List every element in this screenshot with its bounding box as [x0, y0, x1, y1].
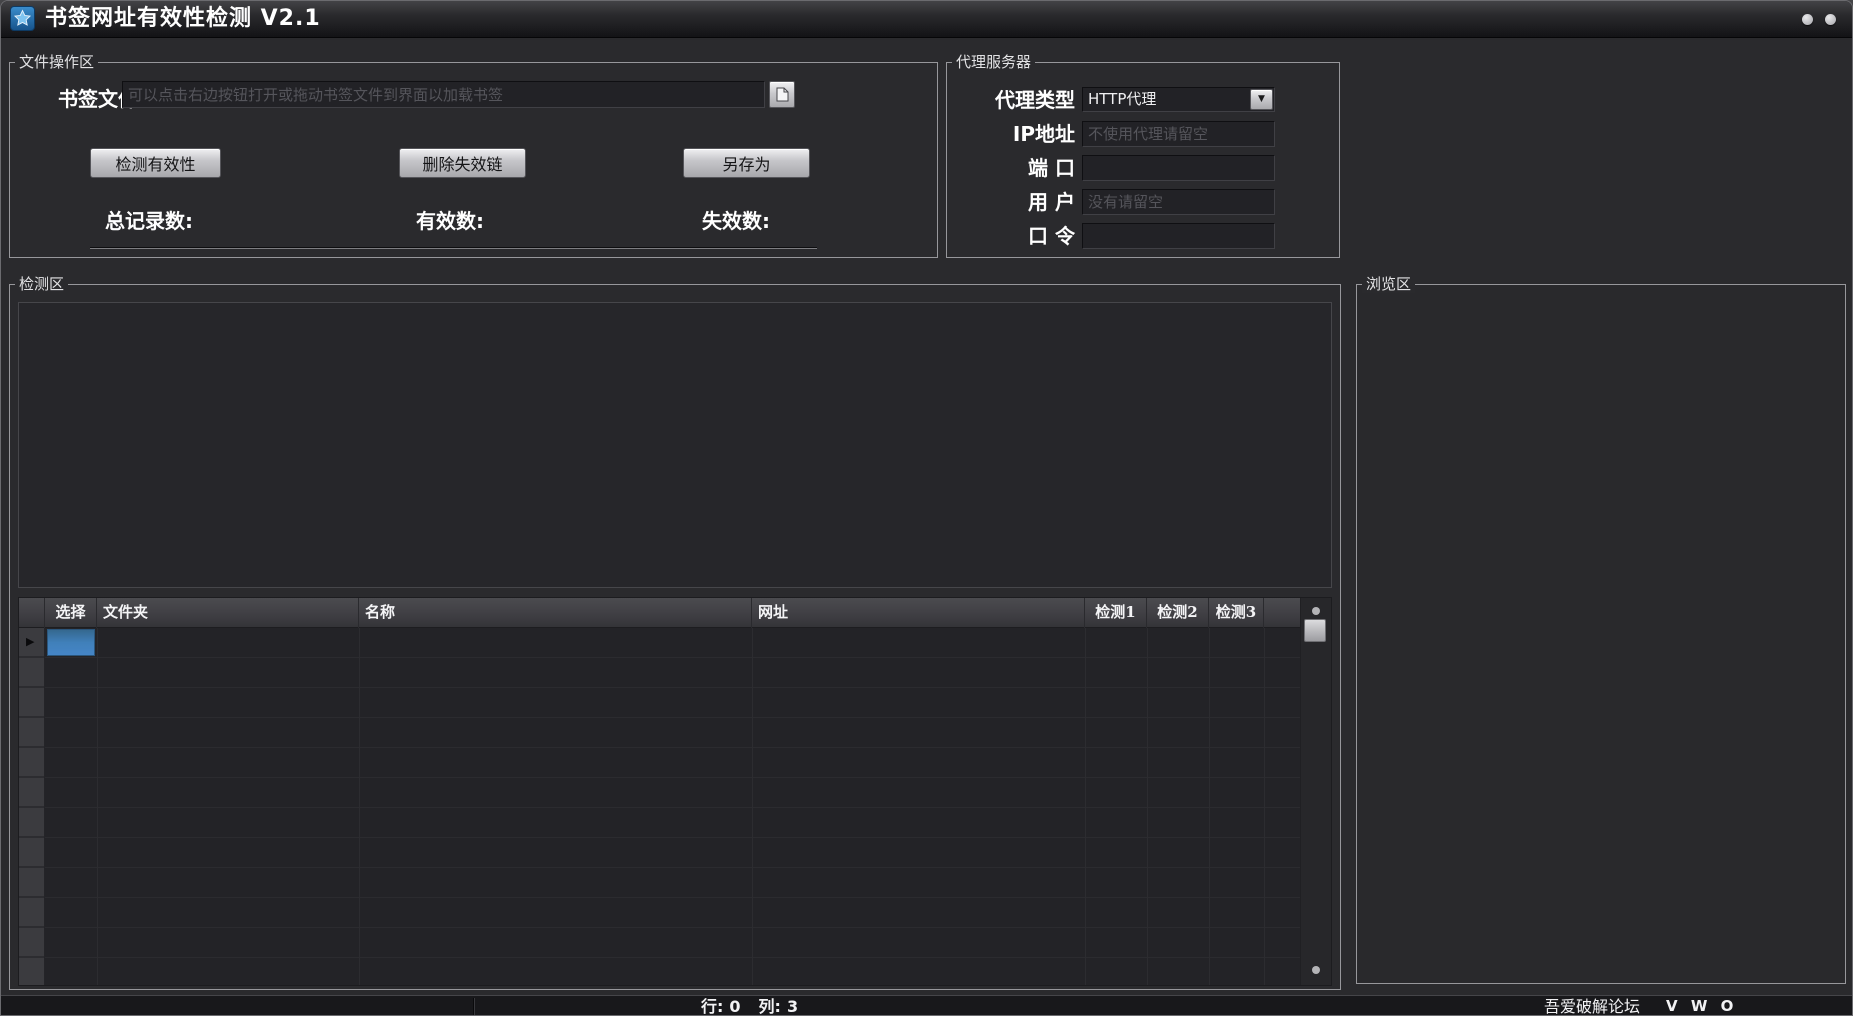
scroll-up-icon[interactable] — [1312, 607, 1320, 615]
table-body[interactable]: ▶ — [19, 628, 1301, 985]
table-grid[interactable] — [45, 628, 1301, 985]
progress-line — [90, 247, 817, 249]
column-header-folder[interactable]: 文件夹 — [97, 598, 359, 628]
column-header-filler — [1264, 598, 1301, 628]
status-bar-divider — [473, 998, 475, 1015]
cursor-position: 行: 0 列: 3 — [701, 996, 798, 1016]
row-header-column[interactable]: ▶ — [19, 628, 45, 985]
file-operations-group-label: 文件操作区 — [15, 53, 98, 71]
bookmark-table: 选择 文件夹 名称 网址 检测1 检测2 检测3 ▶ — [18, 597, 1332, 986]
table-scrollbar[interactable] — [1300, 598, 1331, 985]
ip-address-label: IP地址 — [947, 121, 1075, 147]
browse-file-button[interactable] — [769, 81, 795, 108]
column-header-url[interactable]: 网址 — [752, 598, 1085, 628]
window-controls — [1802, 14, 1836, 25]
status-col-value: 3 — [787, 996, 798, 1016]
scrollbar-thumb[interactable] — [1304, 619, 1326, 642]
app-icon — [10, 6, 35, 31]
grid-column-line — [97, 628, 98, 985]
close-button[interactable] — [1825, 14, 1836, 25]
valid-count-label: 有效数: — [416, 205, 484, 234]
window-title: 书签网址有效性检测 V2.1 — [45, 1, 321, 37]
port-input[interactable] — [1082, 155, 1275, 181]
browse-area-group-label: 浏览区 — [1362, 275, 1415, 293]
detection-log-panel — [18, 302, 1332, 588]
port-label: 端 口 — [947, 155, 1075, 181]
status-bar: 行: 0 列: 3 吾爱破解论坛 V W O — [1, 995, 1852, 1016]
grid-column-line — [359, 628, 360, 985]
table-header-row: 选择 文件夹 名称 网址 检测1 检测2 检测3 — [19, 598, 1301, 628]
username-label: 用 户 — [947, 189, 1075, 215]
grid-column-line — [1209, 628, 1210, 985]
file-operations-group: 文件操作区 书签文件 检测有效性 删除失效链 另存为 总记录数: 有效数: 失效… — [9, 62, 938, 258]
status-row-label: 行: — [701, 996, 723, 1016]
password-label: 口 令 — [947, 223, 1075, 249]
proxy-type-label: 代理类型 — [947, 87, 1075, 113]
minimize-button[interactable] — [1802, 14, 1813, 25]
grid-column-line — [1264, 628, 1265, 985]
title-bar[interactable]: 书签网址有效性检测 V2.1 — [1, 1, 1852, 38]
detection-area-group: 检测区 选择 文件夹 名称 网址 检测1 检测2 检测3 ▶ — [9, 284, 1341, 990]
scroll-down-icon[interactable] — [1312, 966, 1320, 974]
status-col-label: 列: — [759, 996, 781, 1016]
bookmark-file-input[interactable] — [122, 81, 765, 108]
app-window: 书签网址有效性检测 V2.1 文件操作区 书签文件 检测有效性 删除失效链 另存… — [0, 0, 1853, 1016]
selected-cell[interactable] — [47, 629, 95, 656]
invalid-count-label: 失效数: — [702, 205, 770, 234]
browse-area-group: 浏览区 — [1356, 284, 1846, 984]
chevron-down-icon: ▼ — [1258, 95, 1265, 104]
current-row-pointer-icon: ▶ — [26, 636, 34, 647]
proxy-type-dropdown-button[interactable]: ▼ — [1250, 89, 1273, 110]
row-header-corner — [19, 598, 45, 628]
grid-column-line — [1085, 628, 1086, 985]
column-header-check1[interactable]: 检测1 — [1085, 598, 1147, 628]
star-icon — [13, 9, 32, 28]
check-validity-button[interactable]: 检测有效性 — [90, 148, 221, 178]
column-header-check3[interactable]: 检测3 — [1209, 598, 1264, 628]
column-header-select[interactable]: 选择 — [45, 598, 97, 628]
detection-area-group-label: 检测区 — [15, 275, 68, 293]
save-as-button[interactable]: 另存为 — [683, 148, 810, 178]
forum-credit: 吾爱破解论坛 — [1544, 996, 1640, 1016]
proxy-server-group-label: 代理服务器 — [952, 53, 1035, 71]
credit-letters: V W O — [1666, 996, 1737, 1016]
status-row-value: 0 — [729, 996, 740, 1016]
proxy-type-select[interactable]: HTTP代理 ▼ — [1082, 87, 1275, 112]
grid-column-line — [1147, 628, 1148, 985]
ip-address-input[interactable] — [1082, 121, 1275, 147]
column-header-name[interactable]: 名称 — [359, 598, 752, 628]
password-input[interactable] — [1082, 223, 1275, 249]
username-input[interactable] — [1082, 189, 1275, 215]
proxy-server-group: 代理服务器 代理类型 HTTP代理 ▼ IP地址 端 口 用 户 口 令 — [946, 62, 1340, 258]
open-file-icon — [776, 87, 789, 102]
proxy-type-value: HTTP代理 — [1088, 88, 1156, 111]
delete-dead-links-button[interactable]: 删除失效链 — [399, 148, 526, 178]
column-header-check2[interactable]: 检测2 — [1147, 598, 1209, 628]
grid-column-line — [752, 628, 753, 985]
total-records-label: 总记录数: — [105, 205, 193, 234]
